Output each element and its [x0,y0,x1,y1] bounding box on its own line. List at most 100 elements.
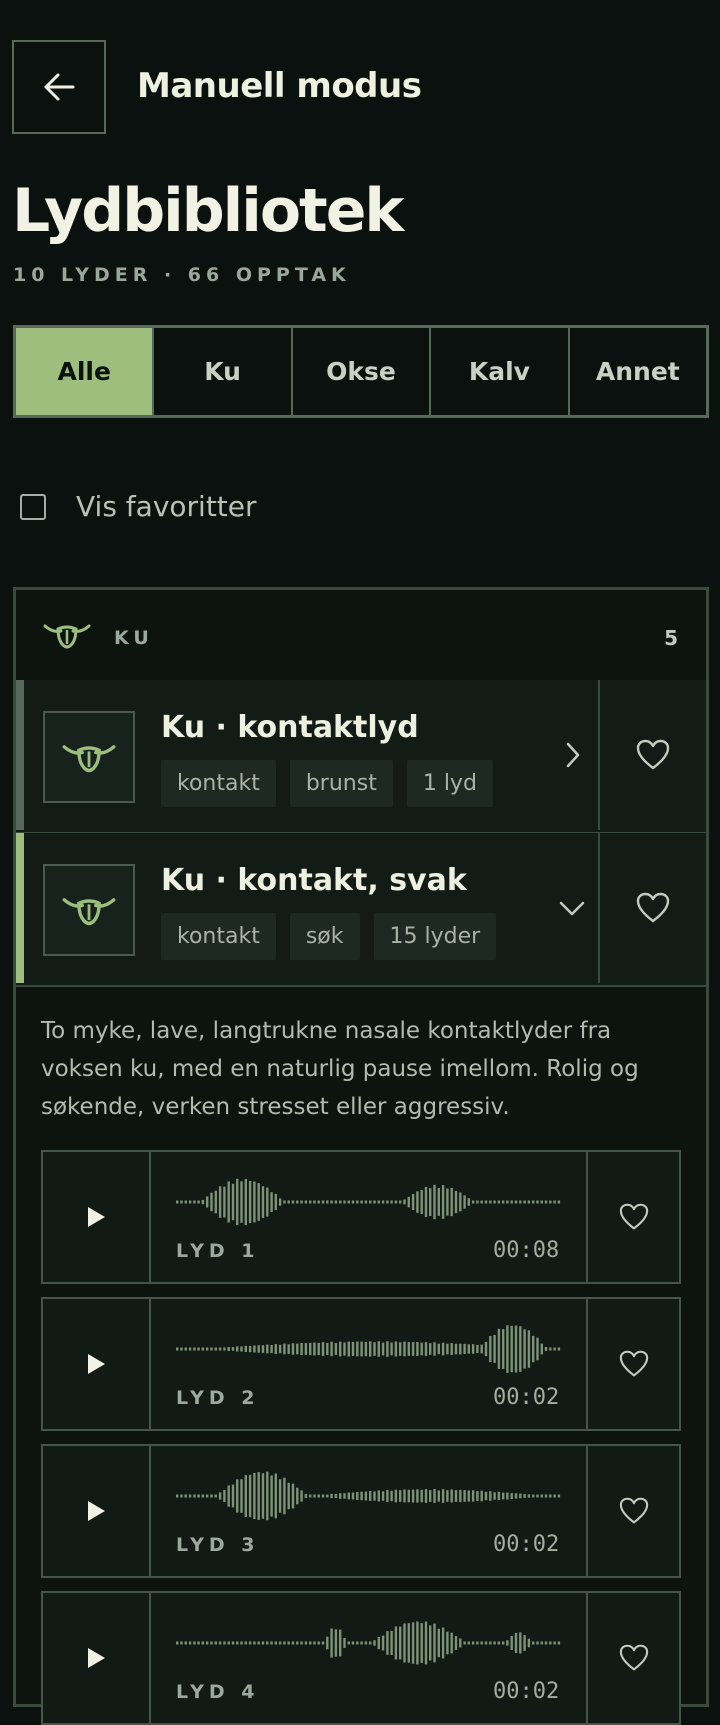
waveform-bar [467,1344,470,1354]
waveform-bar [283,1477,286,1515]
waveform-bar [514,1325,518,1373]
waveform-bar [441,1185,445,1219]
waveform-bar [441,1342,445,1356]
waveform-bar [240,1641,243,1645]
waveform-bar [373,1491,376,1501]
waveform-bar [214,1641,217,1645]
group-header[interactable]: KU 5 [16,590,706,682]
waveform-bar [197,1200,200,1204]
waveform-bar [244,1178,247,1226]
waveform-bar [373,1200,376,1204]
waveform-bar [184,1200,187,1204]
play-button[interactable] [43,1299,151,1429]
favorites-checkbox[interactable] [20,493,46,520]
tab-ku[interactable]: Ku [152,328,290,415]
chevron-down-icon[interactable] [558,899,586,919]
waveform-bar [557,1200,561,1204]
waveform-bar [334,1629,338,1657]
waveform-bar [506,1325,509,1373]
clip-label: LYD 1 [176,1240,260,1262]
waveform-bar [343,1342,346,1356]
waveform-bar [261,1345,265,1353]
waveform-bar [446,1343,449,1355]
waveform-bar [544,1641,548,1645]
tab-kalv[interactable]: Kalv [429,328,567,415]
play-button[interactable] [43,1446,151,1576]
tab-annet[interactable]: Annet [567,328,706,415]
waveform-bar [553,1200,556,1204]
play-button[interactable] [43,1593,151,1723]
waveform-bar [514,1200,518,1204]
sound-row[interactable]: Ku · kontakt, svak kontakt søk 15 lyder [16,833,706,987]
waveform-bar [463,1490,466,1502]
waveform-bar [300,1343,303,1355]
favorite-button[interactable] [586,1446,679,1576]
waveform-bar [476,1200,479,1204]
waveform-bar [231,1484,235,1508]
waveform-bar [549,1641,552,1645]
waveform-bar [360,1491,363,1501]
waveform-bar [416,1621,419,1665]
waveform-bar [356,1341,359,1357]
waveform-bar [326,1343,329,1355]
waveform-bar [180,1200,183,1204]
waveform-bar [459,1343,462,1355]
waveform-bar [188,1200,192,1204]
waveform-bar [510,1200,513,1204]
back-button[interactable] [12,40,106,134]
waveform-bar [459,1638,462,1648]
waveform-bar [476,1491,479,1501]
tab-okse[interactable]: Okse [290,328,429,415]
waveform [176,1178,561,1226]
favorite-button[interactable] [598,680,706,830]
play-button[interactable] [43,1152,151,1282]
favorites-toggle[interactable]: Vis favoritter [20,490,257,523]
tag: kontakt [161,760,276,807]
waveform-bar [416,1489,419,1503]
waveform-bar [377,1490,380,1502]
tag: søk [289,913,360,960]
waveform [176,1471,561,1521]
play-icon [88,1354,105,1374]
waveform-bar [227,1641,230,1645]
waveform-bar [536,1337,539,1361]
waveform-bar [176,1641,179,1645]
waveform-bar [519,1200,522,1204]
sound-row[interactable]: Ku · kontaktlyd kontakt brunst 1 lyd [16,680,706,834]
waveform-bar [360,1641,363,1645]
waveform-bar [360,1341,363,1357]
waveform-bar [214,1494,217,1498]
waveform-bar [351,1492,355,1500]
waveform-bar [236,1346,239,1352]
waveform-bar [497,1491,501,1501]
chevron-right-icon[interactable] [564,740,582,770]
waveform-bar [201,1347,205,1351]
play-icon [88,1501,105,1521]
waveform-bar [253,1641,256,1645]
waveform-bar [407,1196,410,1208]
waveform-bar [536,1494,539,1498]
favorite-button[interactable] [586,1593,679,1723]
favorite-button[interactable] [598,833,706,983]
waveform-bar [304,1200,308,1204]
favorite-button[interactable] [586,1152,679,1282]
waveform-bar [210,1347,213,1351]
waveform-bar [424,1342,428,1356]
cow-head-icon [62,898,116,926]
tab-alle[interactable]: Alle [16,328,153,415]
waveform-bar [180,1347,183,1351]
favorite-button[interactable] [586,1299,679,1429]
waveform-bar [549,1347,552,1351]
waveform-bar [339,1341,342,1357]
sound-thumbnail [43,864,135,956]
waveform-bar [454,1190,458,1214]
waveform-bar [270,1192,273,1212]
waveform-bar [514,1633,518,1653]
waveform-bar [480,1344,483,1354]
waveform-bar [364,1200,368,1204]
waveform-bar [296,1641,299,1645]
waveform-bar [437,1188,440,1216]
waveform-bar [544,1494,548,1498]
waveform-bar [188,1494,192,1498]
waveform-bar [454,1490,458,1502]
